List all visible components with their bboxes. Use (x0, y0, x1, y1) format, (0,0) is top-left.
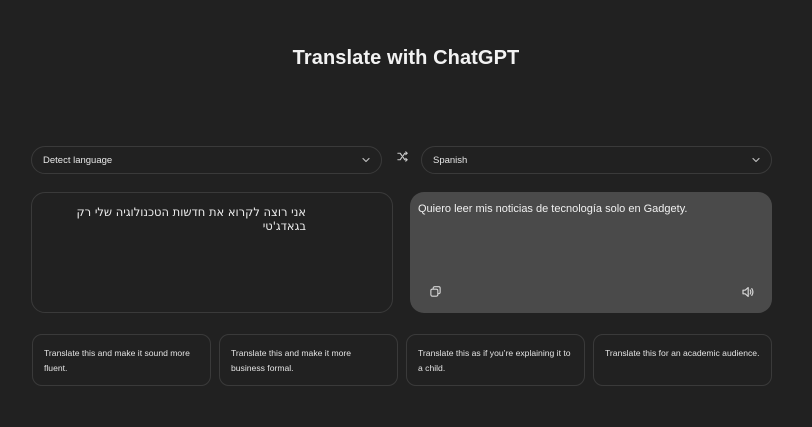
target-language-select[interactable]: Spanish (421, 146, 772, 174)
read-aloud-button[interactable] (740, 286, 756, 302)
source-language-select[interactable]: Detect language (31, 146, 382, 174)
page-title: Translate with ChatGPT (292, 47, 520, 69)
source-language-label: Detect language (43, 154, 113, 166)
swap-languages-button[interactable] (393, 150, 411, 168)
target-language-label: Spanish (433, 154, 468, 166)
translation-output-panel: Quiero leer mis noticias de tecnología s… (410, 192, 772, 313)
source-text-input[interactable]: אני רוצה לקרוא את חדשות הטכנולוגיה שלי ר… (44, 205, 306, 233)
swap-icon (396, 150, 409, 168)
chevron-down-icon (361, 155, 371, 165)
copy-icon (429, 285, 442, 303)
suggestion-fluent-button[interactable]: Translate this and make it sound more fl… (32, 334, 211, 386)
speaker-icon (741, 285, 755, 304)
suggestion-academic-button[interactable]: Translate this for an academic audience. (593, 334, 772, 386)
suggestion-business-formal-button[interactable]: Translate this and make it more business… (219, 334, 398, 386)
source-text-panel[interactable]: אני רוצה לקרוא את חדשות הטכנולוגיה שלי ר… (31, 192, 393, 313)
translate-page: Translate with ChatGPT Detect language S… (0, 0, 812, 427)
chevron-down-icon (751, 155, 761, 165)
suggestion-explain-child-button[interactable]: Translate this as if you’re explaining i… (406, 334, 585, 386)
copy-button[interactable] (427, 286, 443, 302)
translation-output-text: Quiero leer mis noticias de tecnología s… (418, 203, 688, 215)
